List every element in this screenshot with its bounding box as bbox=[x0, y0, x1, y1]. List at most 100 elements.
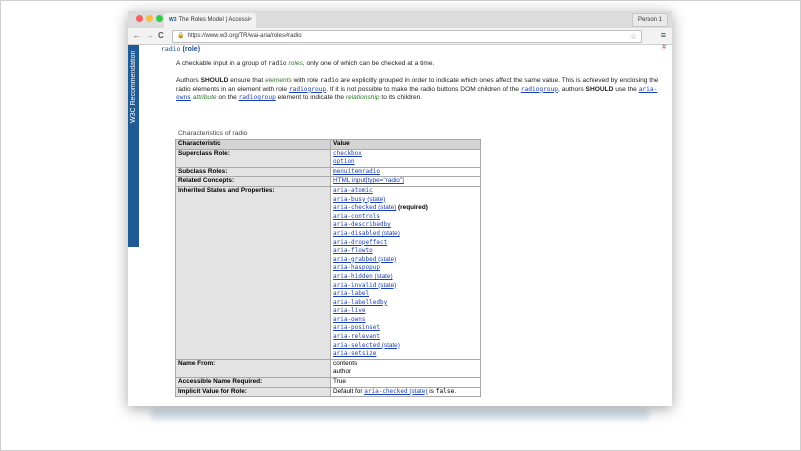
aria-property-link[interactable]: aria-checked bbox=[333, 204, 376, 211]
aria-property-link[interactable]: aria-flowto bbox=[333, 247, 373, 254]
name-from-label: Name From: bbox=[175, 358, 331, 379]
url-text: https://www.w3.org/TR/wai-aria/roles#rad… bbox=[187, 33, 302, 39]
forward-arrow-icon[interactable]: → bbox=[145, 30, 154, 41]
list-item: aria-selected (state) bbox=[333, 342, 478, 351]
list-item: aria-relevant bbox=[333, 333, 478, 342]
aria-property-link[interactable]: aria-selected bbox=[333, 342, 380, 349]
implicit-value-label: Implicit Value for Role: bbox=[175, 386, 331, 398]
header-characteristic: Characteristic bbox=[175, 139, 331, 150]
role-heading: radio (role) bbox=[161, 45, 200, 53]
inherited-list: aria-atomic aria-busy (state) aria-checked… bbox=[330, 185, 481, 360]
state-suffix: (state) bbox=[372, 272, 393, 280]
w3c-favicon-icon: W3 bbox=[169, 17, 177, 23]
aria-property-link[interactable]: aria-describedby bbox=[333, 221, 391, 228]
aria-checked-link[interactable]: aria-checked bbox=[364, 388, 407, 395]
table-row: Subclass Roles: menuitemradio bbox=[175, 166, 481, 178]
table-row: Related Concepts: HTML input[type="radio… bbox=[175, 176, 481, 187]
list-item: aria-disabled (state) bbox=[333, 230, 478, 239]
related-label: Related Concepts: bbox=[175, 176, 331, 187]
w3c-recommendation-banner[interactable]: W3C Recommendation bbox=[128, 45, 139, 247]
back-arrow-icon[interactable]: ← bbox=[132, 30, 141, 41]
radiogroup-link[interactable]: radiogroup bbox=[289, 86, 326, 93]
aria-property-link[interactable]: aria-controls bbox=[333, 213, 380, 220]
aria-property-link[interactable]: aria-atomic bbox=[333, 187, 373, 194]
list-item: aria-label bbox=[333, 290, 478, 299]
menu-icon[interactable]: ≡ bbox=[661, 30, 666, 41]
list-item: aria-flowto bbox=[333, 247, 478, 256]
aria-property-link[interactable]: aria-live bbox=[333, 307, 366, 314]
radiogroup-link-3[interactable]: radiogroup bbox=[239, 94, 276, 101]
elements-term-link[interactable]: elements bbox=[265, 77, 292, 84]
lock-icon: 🔒 bbox=[177, 33, 185, 39]
attribute-term-link[interactable]: attribute bbox=[193, 94, 217, 101]
option-link[interactable]: option bbox=[333, 158, 355, 165]
header-value: Value bbox=[330, 139, 481, 150]
aria-property-link[interactable]: aria-haspopup bbox=[333, 264, 380, 271]
bookmark-star-icon[interactable]: ☆ bbox=[630, 31, 637, 42]
profile-button[interactable]: Person 1 bbox=[631, 13, 668, 27]
table-row: Name From: contents author bbox=[175, 358, 481, 379]
tab-roles-model[interactable]: W3 The Roles Model | Accessi × bbox=[164, 13, 256, 28]
section-anchor-link[interactable]: # bbox=[662, 44, 666, 51]
aria-property-link[interactable]: aria-label bbox=[333, 290, 369, 297]
aria-property-link[interactable]: aria-setsize bbox=[333, 350, 376, 357]
relationship-term-link[interactable]: relationship bbox=[346, 94, 380, 101]
minimize-window-icon[interactable] bbox=[146, 15, 153, 22]
maximize-window-icon[interactable] bbox=[156, 15, 163, 22]
list-item: aria-posinset bbox=[333, 324, 478, 333]
accessible-name-label: Accessible Name Required: bbox=[175, 377, 331, 388]
browser-window: W3 The Roles Model | Accessi × Person 1 ←… bbox=[128, 11, 672, 406]
list-item: aria-grabbed (state) bbox=[333, 256, 478, 265]
state-suffix: (state) bbox=[379, 229, 400, 237]
aria-property-link[interactable]: aria-invalid bbox=[333, 282, 376, 289]
w3c-banner-label: W3C Recommendation bbox=[130, 51, 137, 124]
page-content: W3C Recommendation # radio (role) A chec… bbox=[128, 44, 672, 406]
aria-property-link[interactable]: aria-labelledby bbox=[333, 299, 387, 306]
list-item: aria-owns bbox=[333, 316, 478, 325]
checkbox-link[interactable]: checkbox bbox=[333, 150, 362, 157]
toolbar: ← → C 🔒 https://www.w3.org/TR/wai-aria/ro… bbox=[128, 28, 672, 45]
list-item: aria-checked (state) (required) bbox=[333, 204, 478, 213]
window-shadow bbox=[150, 408, 650, 420]
aria-property-link[interactable]: aria-owns bbox=[333, 316, 366, 323]
role-heading-code: radio bbox=[161, 45, 181, 53]
table-row: Implicit Value for Role: Default for ari… bbox=[175, 386, 481, 398]
tab-close-icon[interactable]: × bbox=[248, 13, 252, 28]
name-from-value: contents bbox=[333, 359, 358, 367]
list-item: aria-atomic bbox=[333, 187, 478, 196]
list-item: aria-invalid (state) bbox=[333, 282, 478, 291]
list-item: aria-labelledby bbox=[333, 299, 478, 308]
list-item: aria-describedby bbox=[333, 221, 478, 230]
implicit-value: Default for aria-checked (state) is fals… bbox=[330, 386, 481, 398]
role-heading-suffix: (role) bbox=[180, 46, 201, 53]
list-item: aria-busy (state) bbox=[333, 196, 478, 205]
radiogroup-link-2[interactable]: radiogroup bbox=[521, 86, 558, 93]
superclass-label: Superclass Role: bbox=[175, 148, 331, 168]
aria-property-link[interactable]: aria-posinset bbox=[333, 324, 380, 331]
state-suffix: (state) bbox=[365, 195, 386, 203]
table-row: Superclass Role: checkbox option bbox=[175, 148, 481, 168]
state-suffix: (state) bbox=[376, 281, 397, 289]
table-row: Inherited States and Properties: aria-at… bbox=[175, 185, 481, 360]
aria-property-link[interactable]: aria-relevant bbox=[333, 333, 380, 340]
close-window-icon[interactable] bbox=[136, 15, 143, 22]
list-item: aria-controls bbox=[333, 213, 478, 222]
menuitemradio-link[interactable]: menuitemradio bbox=[333, 168, 380, 175]
html-input-radio-link[interactable]: HTML input[type="radio"] bbox=[333, 177, 404, 184]
subclass-label: Subclass Roles: bbox=[175, 166, 331, 178]
reload-icon[interactable]: C bbox=[158, 30, 164, 41]
aria-property-link[interactable]: aria-busy bbox=[333, 196, 366, 203]
state-suffix: (state) bbox=[376, 255, 397, 263]
list-item: aria-hidden (state) bbox=[333, 273, 478, 282]
aria-property-link[interactable]: aria-dropeffect bbox=[333, 239, 387, 246]
list-item: aria-setsize bbox=[333, 350, 478, 359]
aria-property-link[interactable]: aria-grabbed bbox=[333, 256, 376, 263]
aria-property-link[interactable]: aria-disabled bbox=[333, 230, 380, 237]
table-row: Accessible Name Required: True bbox=[175, 377, 481, 388]
tab-strip: W3 The Roles Model | Accessi × Person 1 bbox=[128, 11, 672, 28]
aria-property-link[interactable]: aria-hidden bbox=[333, 273, 373, 280]
description-paragraph: A checkable input in a group of radio ro… bbox=[176, 60, 435, 67]
roles-term-link[interactable]: roles bbox=[289, 60, 303, 67]
address-bar[interactable]: 🔒 https://www.w3.org/TR/wai-aria/roles#ra… bbox=[172, 30, 642, 43]
state-suffix: (state) bbox=[376, 204, 397, 212]
